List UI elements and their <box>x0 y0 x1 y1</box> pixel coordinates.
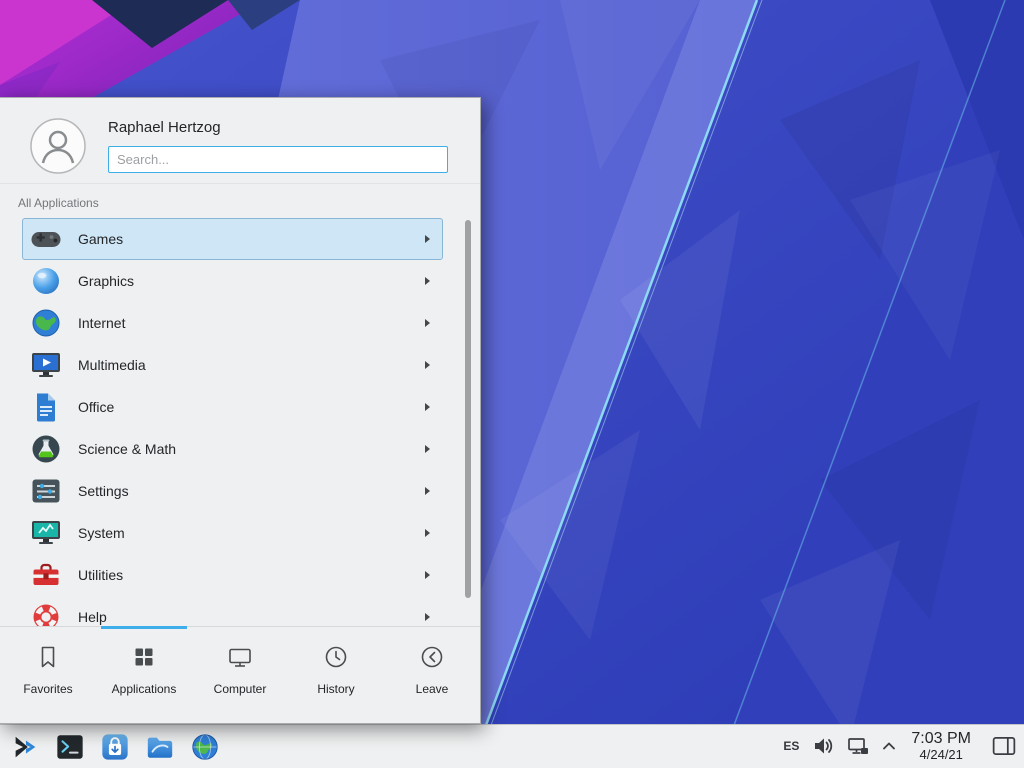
office-document-icon <box>30 391 62 423</box>
submenu-arrow-icon <box>425 487 430 495</box>
submenu-arrow-icon <box>425 529 430 537</box>
menu-item-games[interactable]: Games <box>22 218 443 260</box>
menu-item-multimedia[interactable]: Multimedia <box>22 344 443 386</box>
web-browser-icon[interactable] <box>190 732 220 762</box>
app-category-list: Games Graphics <box>0 218 480 626</box>
graphics-orb-icon <box>30 265 62 297</box>
gamepad-icon <box>30 223 62 255</box>
launcher-header-right: Raphael Hertzog <box>108 118 448 173</box>
section-label: All Applications <box>0 184 480 218</box>
menu-item-graphics[interactable]: Graphics <box>22 260 443 302</box>
submenu-arrow-icon <box>425 361 430 369</box>
launcher-tab-bar: Favorites Applications Co <box>0 626 480 723</box>
menu-item-label: Graphics <box>78 273 425 289</box>
help-lifering-icon <box>30 601 62 626</box>
user-icon <box>30 118 86 174</box>
submenu-arrow-icon <box>425 403 430 411</box>
menu-item-internet[interactable]: Internet <box>22 302 443 344</box>
history-clock-icon <box>322 643 350 671</box>
menu-item-label: Office <box>78 399 425 415</box>
launcher-header: Raphael Hertzog <box>0 98 480 184</box>
menu-item-help[interactable]: Help <box>22 596 443 626</box>
utilities-toolbox-icon <box>30 559 62 591</box>
clock-date: 4/24/21 <box>911 748 971 763</box>
tab-label: Favorites <box>23 682 72 696</box>
submenu-arrow-icon <box>425 445 430 453</box>
system-tray: ES 7:03 PM 4/24/21 <box>783 730 1016 763</box>
internet-globe-icon <box>30 307 62 339</box>
menu-item-label: Internet <box>78 315 425 331</box>
system-monitor-icon <box>30 517 62 549</box>
menu-item-label: Utilities <box>78 567 425 583</box>
menu-item-label: System <box>78 525 425 541</box>
file-manager-icon[interactable] <box>145 732 175 762</box>
user-name: Raphael Hertzog <box>108 119 448 136</box>
keyboard-layout-indicator[interactable]: ES <box>783 739 799 753</box>
tab-applications[interactable]: Applications <box>96 643 192 723</box>
applications-grid-icon <box>130 643 158 671</box>
submenu-arrow-icon <box>425 319 430 327</box>
expand-tray-arrow-icon[interactable] <box>882 741 896 751</box>
menu-item-label: Games <box>78 231 425 247</box>
computer-icon <box>226 643 254 671</box>
submenu-arrow-icon <box>425 571 430 579</box>
tab-history[interactable]: History <box>288 643 384 723</box>
menu-item-utilities[interactable]: Utilities <box>22 554 443 596</box>
scrollbar[interactable] <box>465 220 471 624</box>
application-launcher-menu: Raphael Hertzog All Applications Games <box>0 97 481 724</box>
taskbar-launchers <box>10 732 220 762</box>
app-launcher-icon[interactable] <box>10 732 40 762</box>
bookmark-icon <box>34 643 62 671</box>
tab-computer[interactable]: Computer <box>192 643 288 723</box>
tab-label: Computer <box>214 682 267 696</box>
menu-item-system[interactable]: System <box>22 512 443 554</box>
tab-leave[interactable]: Leave <box>384 643 480 723</box>
scrollbar-thumb[interactable] <box>465 220 471 598</box>
menu-item-label: Settings <box>78 483 425 499</box>
tab-label: Applications <box>112 682 177 696</box>
network-icon[interactable] <box>847 735 869 757</box>
terminal-icon[interactable] <box>55 732 85 762</box>
user-avatar[interactable] <box>30 118 86 174</box>
tab-label: History <box>317 682 354 696</box>
menu-item-office[interactable]: Office <box>22 386 443 428</box>
volume-icon[interactable] <box>812 735 834 757</box>
submenu-arrow-icon <box>425 613 430 621</box>
science-flask-icon <box>30 433 62 465</box>
submenu-arrow-icon <box>425 277 430 285</box>
menu-item-science-math[interactable]: Science & Math <box>22 428 443 470</box>
taskbar: ES 7:03 PM 4/24/21 <box>0 724 1024 768</box>
search-input[interactable] <box>108 146 448 173</box>
leave-icon <box>418 643 446 671</box>
clock-time: 7:03 PM <box>911 730 971 748</box>
tab-label: Leave <box>416 682 449 696</box>
digital-clock[interactable]: 7:03 PM 4/24/21 <box>911 730 971 763</box>
menu-item-label: Multimedia <box>78 357 425 373</box>
tab-favorites[interactable]: Favorites <box>0 643 96 723</box>
show-desktop-icon[interactable] <box>992 736 1016 756</box>
menu-item-label: Help <box>78 609 425 625</box>
settings-sliders-icon <box>30 475 62 507</box>
active-tab-indicator <box>101 626 187 629</box>
menu-item-settings[interactable]: Settings <box>22 470 443 512</box>
submenu-arrow-icon <box>425 235 430 243</box>
menu-item-label: Science & Math <box>78 441 425 457</box>
software-center-icon[interactable] <box>100 732 130 762</box>
multimedia-monitor-icon <box>30 349 62 381</box>
